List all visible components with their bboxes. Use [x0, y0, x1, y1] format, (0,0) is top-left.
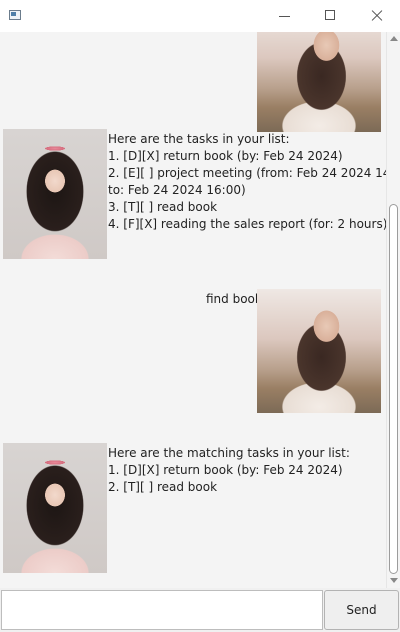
message-line: to: Feb 24 2024 16:00) — [108, 183, 246, 197]
scrollbar-thumb[interactable] — [389, 204, 398, 574]
message-line: 3. [T][ ] read book — [108, 200, 218, 214]
message-line: 1. [D][X] return book (by: Feb 24 2024) — [108, 149, 343, 163]
duke-message: Here are the tasks in your list: 1. [D][… — [108, 131, 386, 233]
message-line: Here are the matching tasks in your list… — [108, 446, 350, 460]
user-input-field[interactable] — [1, 590, 323, 630]
message-line: 2. [E][ ] project meeting (from: Feb 24 … — [108, 166, 386, 180]
minimize-button[interactable] — [262, 0, 308, 32]
maximize-icon — [325, 10, 335, 20]
app-window-icon — [9, 10, 21, 20]
scroll-down-icon[interactable] — [390, 578, 398, 583]
message-line: 2. [T][ ] read book — [108, 480, 218, 494]
close-button[interactable] — [354, 0, 400, 32]
dialog-scroll-pane[interactable]: Here are the tasks in your list: 1. [D][… — [0, 32, 386, 588]
user-avatar — [257, 289, 381, 413]
message-line: 1. [D][X] return book (by: Feb 24 2024) — [108, 463, 343, 477]
duke-avatar — [3, 443, 107, 573]
message-line: Here are the tasks in your list: — [108, 132, 290, 146]
scroll-up-icon[interactable] — [390, 36, 398, 41]
minimize-icon — [279, 16, 290, 17]
send-button[interactable]: Send — [324, 590, 399, 630]
user-message: find book — [206, 292, 262, 306]
vertical-scrollbar[interactable] — [386, 32, 400, 588]
duke-message: Here are the matching tasks in your list… — [108, 445, 350, 496]
title-bar — [0, 0, 400, 32]
user-avatar — [257, 32, 381, 132]
message-line: 4. [F][X] reading the sales report (for:… — [108, 217, 386, 231]
maximize-button[interactable] — [308, 0, 354, 32]
duke-avatar — [3, 129, 107, 259]
